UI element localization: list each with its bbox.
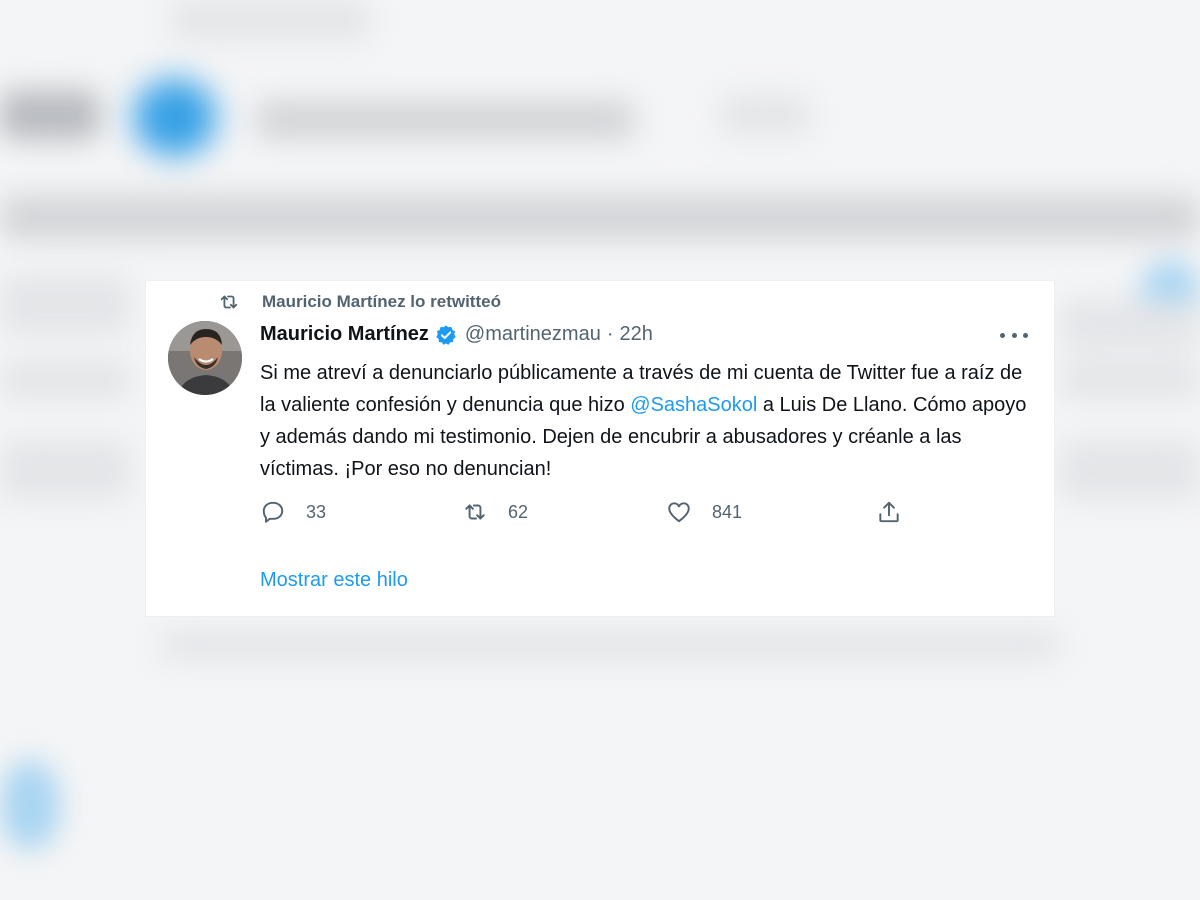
heart-icon	[668, 502, 690, 523]
retweet-icon	[465, 504, 485, 520]
retweet-context: Mauricio Martínez lo retwitteó	[218, 291, 501, 313]
reply-button[interactable]: 33	[260, 499, 326, 525]
share-button[interactable]	[876, 499, 902, 525]
like-button[interactable]: 841	[666, 499, 742, 525]
tweet-timestamp[interactable]: 22h	[620, 323, 653, 346]
tweet-actions: 33 62 841	[260, 499, 920, 529]
mention-link[interactable]: @SashaSokol	[630, 394, 757, 416]
separator-dot: ·	[606, 323, 614, 345]
reply-count: 33	[306, 501, 327, 522]
tweet-card[interactable]: Mauricio Martínez lo retwitteó Mauricio …	[145, 280, 1055, 617]
retweet-count: 62	[508, 501, 529, 522]
show-thread-link[interactable]: Mostrar este hilo	[260, 569, 408, 592]
retweet-context-text[interactable]: Mauricio Martínez lo retwitteó	[262, 292, 501, 312]
avatar-image	[168, 321, 242, 395]
retweet-icon	[220, 295, 238, 309]
tweet-text: Si me atreví a denunciarlo públicamente …	[260, 357, 1040, 485]
author-name[interactable]: Mauricio Martínez	[260, 323, 429, 346]
tweet-header: Mauricio Martínez @martinezmau · 22h	[260, 323, 653, 346]
reply-icon	[262, 501, 284, 523]
share-icon	[879, 501, 899, 523]
verified-badge-icon	[436, 324, 456, 345]
avatar[interactable]	[168, 321, 242, 395]
more-options-icon[interactable]	[1000, 325, 1028, 345]
author-handle[interactable]: @martinezmau	[465, 323, 601, 346]
like-count: 841	[712, 501, 743, 522]
retweet-button[interactable]: 62	[462, 499, 528, 525]
